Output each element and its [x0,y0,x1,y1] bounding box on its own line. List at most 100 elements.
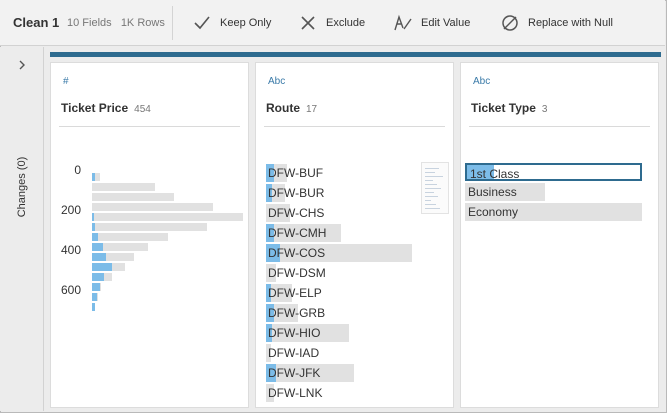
histogram-bar-highlight [92,263,112,271]
field-count: 454 [134,104,151,115]
field-title: Ticket Type [471,101,536,115]
header-divider [59,126,240,127]
chevron-right-icon[interactable] [16,59,28,71]
value-label: DFW-IAD [268,346,320,360]
profile-card-ticket-type[interactable]: Abc Ticket Type 3 1st Class Business Econom… [460,62,659,408]
list-item[interactable]: DFW-LNK [266,384,426,402]
replace-with-null-label: Replace with Null [528,17,613,29]
list-item[interactable]: DFW-BUR [266,184,426,202]
axis-tick-label: 400 [60,243,81,257]
value-label: DFW-BUR [268,186,325,200]
list-item[interactable]: DFW-CHS [266,204,426,222]
histogram-bar-highlight [92,293,97,301]
value-label: DFW-JFK [268,366,321,380]
value-label: DFW-CHS [268,206,325,220]
histogram-bar[interactable] [92,233,168,241]
x-icon [298,13,318,33]
value-label: Business [468,185,517,199]
list-item[interactable]: DFW-GRB [266,304,426,322]
value-label: Economy [468,205,519,219]
changes-sidebar: Changes (0) [0,47,44,411]
field-title: Route [266,101,300,115]
histogram-bar-highlight [92,233,98,241]
value-label: DFW-ELP [268,286,322,300]
value-label: DFW-BUF [268,166,324,180]
histogram-bar[interactable] [92,203,213,211]
field-count: 3 [541,104,548,115]
step-accent-bar [50,52,661,57]
scroll-overview[interactable] [421,162,449,214]
histogram-bar[interactable] [92,243,148,251]
toolbar: Clean 1 10 Fields 1K Rows Keep Only Excl… [0,0,665,46]
histogram-bar[interactable] [92,253,134,261]
histogram-bar[interactable] [92,183,155,191]
list-item[interactable]: DFW-BUF [266,164,426,182]
pen-icon [393,13,413,33]
histogram-bar-highlight [92,273,104,281]
value-label: DFW-GRB [268,306,326,320]
string-type-icon: Abc [473,76,491,87]
histogram-bar[interactable] [92,293,98,301]
fields-count: 10 Fields [67,17,112,29]
axis-tick-label: 0 [74,163,81,177]
exclude-label: Exclude [326,17,366,29]
changes-label: Changes (0) [16,156,28,218]
field-name[interactable]: Route 17 [266,101,317,115]
list-item[interactable]: Business [465,183,642,201]
changes-toggle[interactable]: Changes (0) [4,127,40,247]
histogram-bar-highlight [92,283,100,291]
list-item[interactable]: DFW-JFK [266,364,426,382]
field-name[interactable]: Ticket Price 454 [61,101,151,115]
step-title: Clean 1 [13,15,60,30]
histogram-bar-highlight [92,173,95,181]
value-label: DFW-CMH [268,226,327,240]
profile-card-ticket-price[interactable]: # Ticket Price 454 0 200 400 600 [50,62,249,408]
header-divider [469,126,650,127]
replace-with-null-button[interactable]: Replace with Null [500,13,613,33]
histogram-bar-highlight [92,303,95,311]
list-item[interactable]: DFW-ELP [266,284,426,302]
list-item[interactable]: DFW-DSM [266,264,426,282]
keep-only-button[interactable]: Keep Only [192,13,271,33]
histogram-bar[interactable] [92,213,243,221]
histogram-bar[interactable] [92,223,207,231]
histogram-bar-highlight [92,213,94,221]
list-item-selected[interactable]: 1st Class [465,163,642,181]
value-label: DFW-COS [268,246,326,260]
number-type-icon: # [63,76,69,87]
value-label: 1st Class [470,167,520,181]
checkmark-icon [192,13,212,33]
axis-tick-label: 600 [60,283,81,297]
step-meta: 10 Fields 1K Rows [67,17,165,29]
keep-only-label: Keep Only [220,17,272,29]
header-divider [264,126,445,127]
list-item[interactable]: DFW-HIO [266,324,426,342]
list-item[interactable]: Economy [465,203,642,221]
value-label: DFW-HIO [268,326,321,340]
histogram-bar[interactable] [92,283,101,291]
field-title: Ticket Price [61,101,129,115]
toolbar-divider [172,6,173,40]
exclude-button[interactable]: Exclude [298,13,365,33]
edit-value-label: Edit Value [421,17,471,29]
histogram-bar[interactable] [92,303,95,311]
histogram-bar[interactable] [92,173,100,181]
histogram-bar[interactable] [92,193,174,201]
null-icon [500,13,520,33]
field-count: 17 [306,104,318,115]
field-name[interactable]: Ticket Type 3 [471,101,547,115]
histogram-bar[interactable] [92,263,125,271]
histogram-bar-highlight [92,253,106,261]
histogram-bar-highlight [92,243,103,251]
profile-card-route[interactable]: Abc Route 17 DFW-BUF DFW-BUR DFW-CHS DFW-CMH… [255,62,454,408]
histogram-bar-highlight [92,223,95,231]
list-item[interactable]: DFW-IAD [266,344,426,362]
value-label: DFW-LNK [268,386,323,400]
value-label: DFW-DSM [268,266,326,280]
list-item[interactable]: DFW-CMH [266,224,426,242]
axis-tick-label: 200 [60,203,81,217]
list-item[interactable]: DFW-COS [266,244,426,262]
edit-value-button[interactable]: Edit Value [393,13,470,33]
string-type-icon: Abc [268,76,286,87]
histogram-bar[interactable] [92,273,112,281]
